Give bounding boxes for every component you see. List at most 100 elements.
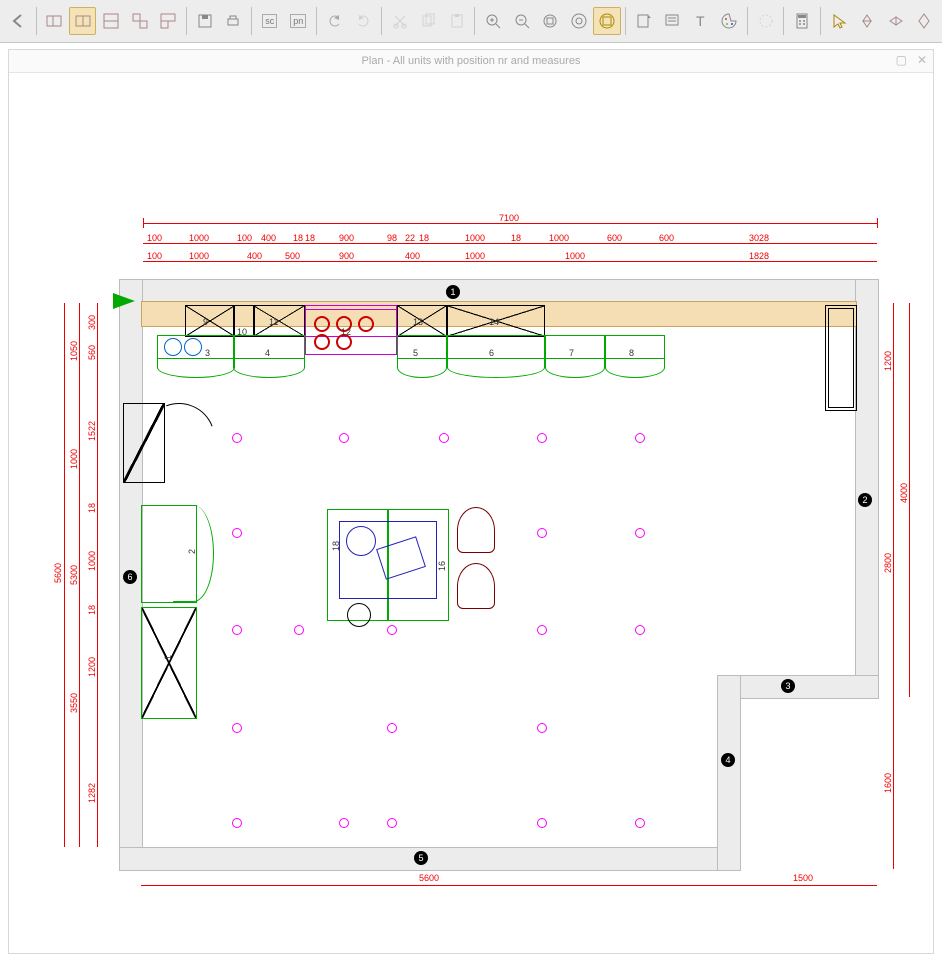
dim-left-col1 xyxy=(97,303,98,847)
dim-left-overall xyxy=(64,303,65,847)
svg-text:T: T xyxy=(696,13,705,29)
view-d-button[interactable] xyxy=(126,7,154,35)
dim-right-1 xyxy=(893,303,894,697)
unit-num-4: 4 xyxy=(265,348,270,358)
light-icon xyxy=(232,433,242,443)
zoom-sel-button[interactable] xyxy=(565,7,593,35)
text-button[interactable]: T xyxy=(687,7,715,35)
zoom-page-button[interactable] xyxy=(536,7,564,35)
copy-button[interactable] xyxy=(414,7,442,35)
light-icon xyxy=(537,818,547,828)
zoom-out-button[interactable] xyxy=(508,7,536,35)
wall-bottom xyxy=(119,847,741,871)
light-icon xyxy=(339,433,349,443)
view-b-button[interactable] xyxy=(69,7,97,35)
wall-top xyxy=(119,279,879,303)
sc-button[interactable]: sc xyxy=(256,7,284,35)
note2-button[interactable] xyxy=(658,7,686,35)
light-icon xyxy=(232,528,242,538)
light1-button[interactable] xyxy=(853,7,881,35)
light-icon xyxy=(635,528,645,538)
wall-right-lower xyxy=(717,675,741,871)
light-icon xyxy=(439,433,449,443)
light-icon xyxy=(387,818,397,828)
chair-2 xyxy=(457,563,495,609)
circle-button[interactable] xyxy=(752,7,780,35)
note-button[interactable] xyxy=(630,7,658,35)
close-icon[interactable]: ✕ xyxy=(917,53,927,67)
light-icon xyxy=(339,818,349,828)
light2-button[interactable] xyxy=(882,7,910,35)
dim-top-overall-val: 7100 xyxy=(499,213,519,223)
dim-top-overall xyxy=(143,223,877,224)
plan-window: Plan - All units with position nr and me… xyxy=(8,49,934,954)
view-c-button[interactable] xyxy=(97,7,125,35)
pointer-button[interactable] xyxy=(825,7,853,35)
light-icon xyxy=(635,433,645,443)
light-icon xyxy=(387,625,397,635)
wall-cab-11 xyxy=(253,305,305,337)
unit-7 xyxy=(545,335,605,359)
wall-badge-5: 5 xyxy=(414,851,428,865)
pn-button[interactable]: pn xyxy=(284,7,312,35)
unit-num-6: 6 xyxy=(489,348,494,358)
door-7 xyxy=(545,357,605,378)
maximize-icon[interactable]: ▢ xyxy=(896,53,907,67)
cut-button[interactable] xyxy=(386,7,414,35)
unit-num-18: 18 xyxy=(331,541,341,551)
unit-num-1: 1 xyxy=(163,655,173,660)
unit-num-8: 8 xyxy=(629,348,634,358)
redo-button[interactable] xyxy=(349,7,377,35)
zoom-win-button[interactable] xyxy=(593,7,621,35)
unit-num-3: 3 xyxy=(205,348,210,358)
light-icon xyxy=(537,528,547,538)
door-3 xyxy=(157,357,235,378)
unit-num-14: 14 xyxy=(489,317,499,327)
save-button[interactable] xyxy=(191,7,219,35)
unit-num-12: 12 xyxy=(341,327,351,337)
dim-top-row2 xyxy=(143,261,877,262)
paste-button[interactable] xyxy=(443,7,471,35)
unit-num-5: 5 xyxy=(413,348,418,358)
view-e-button[interactable] xyxy=(154,7,182,35)
wall-badge-6: 6 xyxy=(123,570,137,584)
undo-button[interactable] xyxy=(321,7,349,35)
wall-cab-9 xyxy=(185,305,235,337)
door-6 xyxy=(447,357,545,378)
entry-arrow-icon xyxy=(113,293,135,309)
unit-3 xyxy=(157,335,235,359)
light-icon xyxy=(387,723,397,733)
unit-num-13: 13 xyxy=(413,317,423,327)
dim-top-row1 xyxy=(143,243,877,244)
light-icon xyxy=(635,625,645,635)
wall-right-upper xyxy=(855,279,879,699)
wall-badge-1: 1 xyxy=(446,285,460,299)
palette-button[interactable] xyxy=(715,7,743,35)
window-title-text: Plan - All units with position nr and me… xyxy=(362,55,581,67)
unit-5 xyxy=(397,335,447,359)
unit-1 xyxy=(141,607,197,719)
light-icon xyxy=(537,625,547,635)
back-button[interactable] xyxy=(4,7,32,35)
print-button[interactable] xyxy=(219,7,247,35)
unit-num-9: 9 xyxy=(203,317,208,327)
wall-badge-2: 2 xyxy=(858,493,872,507)
light-icon xyxy=(537,433,547,443)
window-titlebar: Plan - All units with position nr and me… xyxy=(9,50,933,73)
unit-num-2: 2 xyxy=(187,549,197,554)
wall-badge-3: 3 xyxy=(781,679,795,693)
wall-step-h xyxy=(717,675,879,699)
chair-1 xyxy=(457,507,495,553)
view-a-button[interactable] xyxy=(40,7,68,35)
door-4 xyxy=(233,357,305,378)
wall-badge-4: 4 xyxy=(721,753,735,767)
calc-button[interactable] xyxy=(788,7,816,35)
zoom-in-button[interactable] xyxy=(479,7,507,35)
main-toolbar: sc pn T xyxy=(0,0,942,43)
plan-canvas[interactable]: 1 2 3 4 5 6 xyxy=(9,73,933,953)
unit-8 xyxy=(605,335,665,359)
light3-button[interactable] xyxy=(910,7,938,35)
island-top xyxy=(339,521,437,599)
dim-right-2 xyxy=(909,303,910,697)
dim-left-col2 xyxy=(79,303,80,847)
